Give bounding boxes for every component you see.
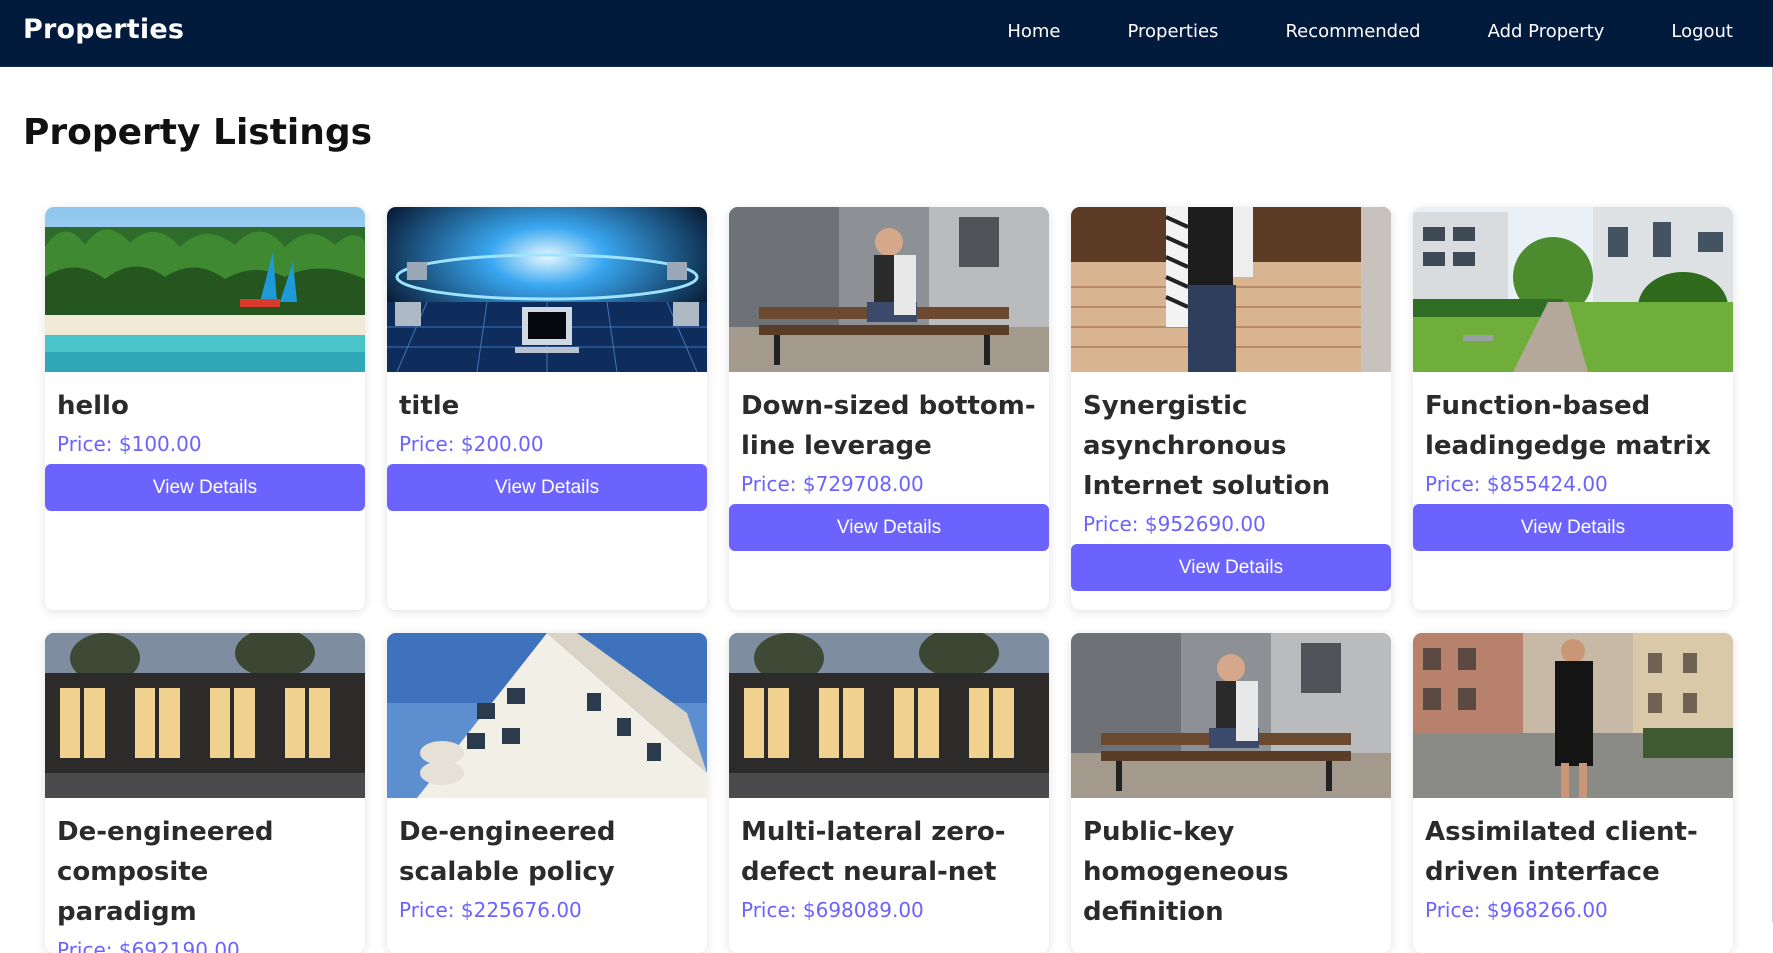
property-photo-beach: [45, 207, 365, 372]
property-price: Price: $855424.00: [1425, 472, 1608, 496]
property-title: title: [399, 391, 460, 421]
nav-logout-link[interactable]: Logout: [1671, 21, 1733, 42]
property-photo-network: [387, 207, 707, 372]
property-photo-bench-woman: [729, 207, 1049, 372]
property-price: Price: $698089.00: [741, 898, 924, 922]
property-title: Assimilated client-driven interface: [1425, 817, 1698, 887]
nav-properties-link[interactable]: Properties: [1127, 21, 1218, 42]
property-photo-woman-facade: [1071, 207, 1391, 372]
property-price: Price: $200.00: [399, 432, 544, 456]
nav-links: Home Properties Recommended Add Property…: [1007, 21, 1733, 42]
property-price: Price: $952690.00: [1083, 512, 1266, 536]
property-title: De-engineered scalable policy: [399, 817, 616, 887]
property-title: Function-based leadingedge matrix: [1425, 391, 1711, 461]
property-card: title Price: $200.00 View Details: [387, 207, 707, 610]
property-photo-townhouses: [729, 633, 1049, 798]
nav-home-link[interactable]: Home: [1007, 21, 1060, 42]
property-title: Public-key homogeneous definition: [1083, 817, 1289, 927]
property-title: Synergistic asynchronous Internet soluti…: [1083, 391, 1331, 501]
view-details-button[interactable]: View Details: [45, 464, 365, 511]
property-card: Synergistic asynchronous Internet soluti…: [1071, 207, 1391, 610]
property-price: Price: $225676.00: [399, 898, 582, 922]
top-navbar: Properties Home Properties Recommended A…: [0, 0, 1773, 67]
property-card: Assimilated client-driven interface Pric…: [1413, 633, 1733, 953]
property-photo-townhouses: [45, 633, 365, 798]
property-photo-bench-woman: [1071, 633, 1391, 798]
view-details-button[interactable]: View Details: [1071, 544, 1391, 591]
brand-link[interactable]: Properties: [23, 14, 184, 45]
property-price: Price: $692190.00: [57, 938, 240, 953]
property-photo-modern-building: [387, 633, 707, 798]
property-card: De-engineered scalable policy Price: $22…: [387, 633, 707, 953]
property-price: Price: $100.00: [57, 432, 202, 456]
property-card: hello Price: $100.00 View Details: [45, 207, 365, 610]
property-title: Multi-lateral zero-defect neural-net: [741, 817, 1006, 887]
view-details-button[interactable]: View Details: [729, 504, 1049, 551]
property-card: Function-based leadingedge matrix Price:…: [1413, 207, 1733, 610]
property-title: De-engineered composite paradigm: [57, 817, 274, 927]
property-card: Multi-lateral zero-defect neural-net Pri…: [729, 633, 1049, 953]
property-card: De-engineered composite paradigm Price: …: [45, 633, 365, 953]
view-details-button[interactable]: View Details: [387, 464, 707, 511]
nav-recommended-link[interactable]: Recommended: [1285, 21, 1420, 42]
property-price: Price: $729708.00: [741, 472, 924, 496]
property-card: Public-key homogeneous definition: [1071, 633, 1391, 953]
property-price: Price: $968266.00: [1425, 898, 1608, 922]
property-title: Down-sized bottom-line leverage: [741, 391, 1036, 461]
property-card: Down-sized bottom-line leverage Price: $…: [729, 207, 1049, 610]
nav-add-property-link[interactable]: Add Property: [1488, 21, 1605, 42]
property-title: hello: [57, 391, 129, 421]
view-details-button[interactable]: View Details: [1413, 504, 1733, 551]
property-photo-street-woman: [1413, 633, 1733, 798]
property-photo-apartments: [1413, 207, 1733, 372]
page-title: Property Listings: [23, 112, 373, 153]
